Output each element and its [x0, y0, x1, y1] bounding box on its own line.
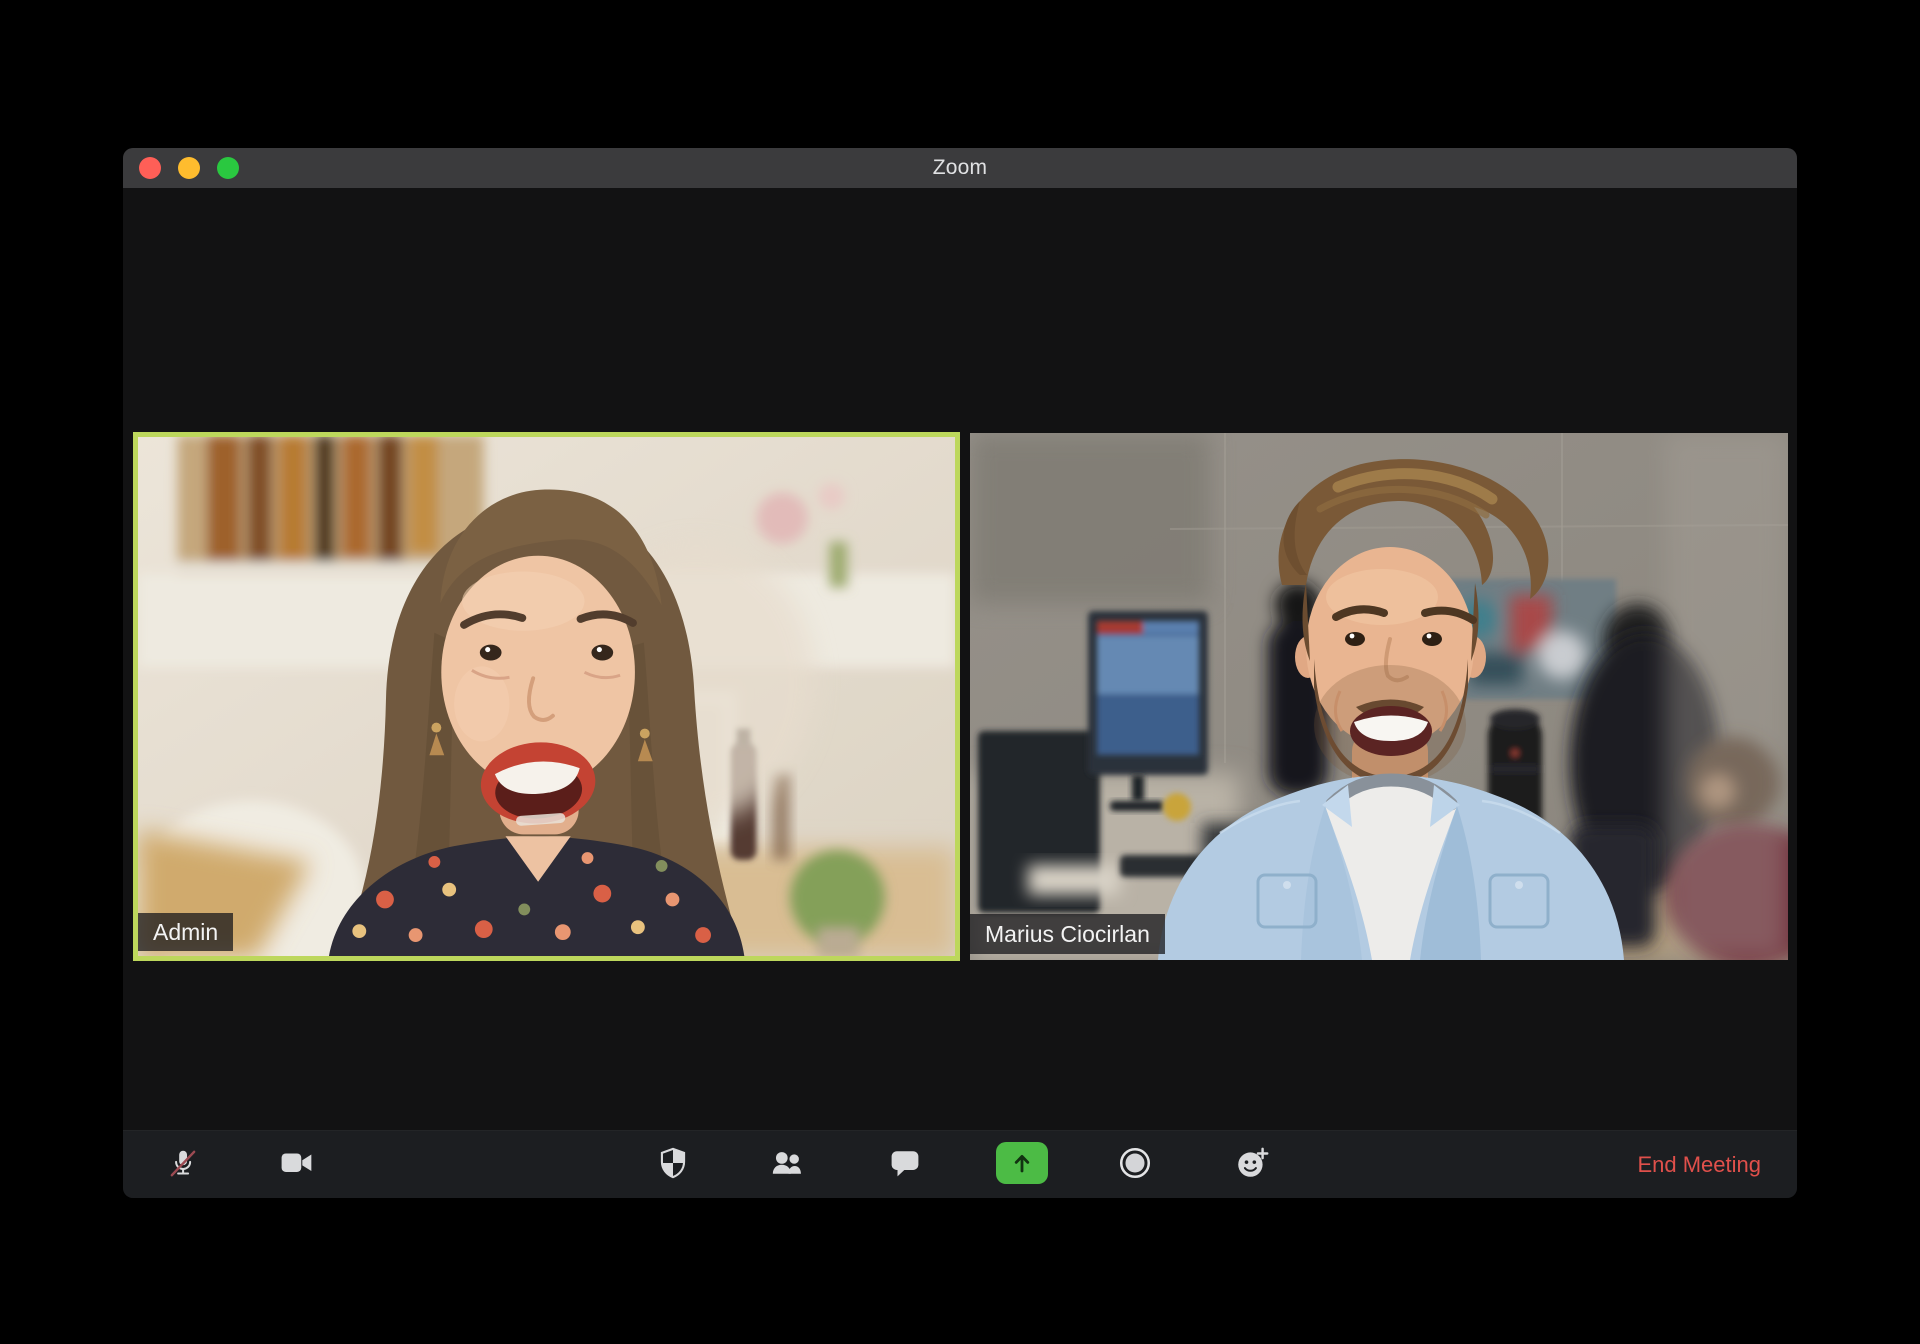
zoom-window: Zoom Admin Marius Ciocirlan End Meeting — [123, 148, 1797, 1198]
mute-button[interactable] — [159, 1139, 207, 1187]
participants-icon — [772, 1152, 801, 1174]
share-screen-up-arrow-icon — [1014, 1155, 1030, 1173]
share-screen-button[interactable] — [996, 1142, 1048, 1184]
video-camera-icon — [281, 1153, 312, 1173]
meeting-toolbar: End Meeting — [123, 1130, 1797, 1198]
close-button[interactable] — [139, 157, 161, 179]
security-shield-icon — [660, 1147, 686, 1179]
fullscreen-button[interactable] — [217, 157, 239, 179]
marius-video-feed — [970, 433, 1788, 960]
security-button[interactable] — [649, 1139, 697, 1187]
traffic-lights — [139, 157, 239, 179]
chat-bubble-icon — [891, 1151, 919, 1177]
admin-video-feed — [138, 437, 955, 956]
video-stage: Admin Marius Ciocirlan — [123, 188, 1797, 1130]
smiley-plus-icon — [1238, 1147, 1269, 1177]
video-tile-admin[interactable]: Admin — [133, 432, 960, 961]
end-meeting-button[interactable]: End Meeting — [1637, 1131, 1761, 1198]
participant-name-label: Marius Ciocirlan — [970, 914, 1165, 954]
window-title: Zoom — [932, 156, 988, 179]
video-button[interactable] — [273, 1139, 321, 1187]
title-bar: Zoom — [123, 148, 1797, 188]
participants-button[interactable] — [764, 1139, 812, 1187]
chat-button[interactable] — [881, 1139, 929, 1187]
reactions-button[interactable] — [1228, 1139, 1276, 1187]
record-button[interactable] — [1111, 1139, 1159, 1187]
minimize-button[interactable] — [178, 157, 200, 179]
record-circle-icon — [1119, 1147, 1151, 1179]
video-tile-marius[interactable]: Marius Ciocirlan — [970, 433, 1788, 960]
microphone-muted-icon — [170, 1150, 196, 1177]
participant-name-label: Admin — [138, 913, 234, 951]
